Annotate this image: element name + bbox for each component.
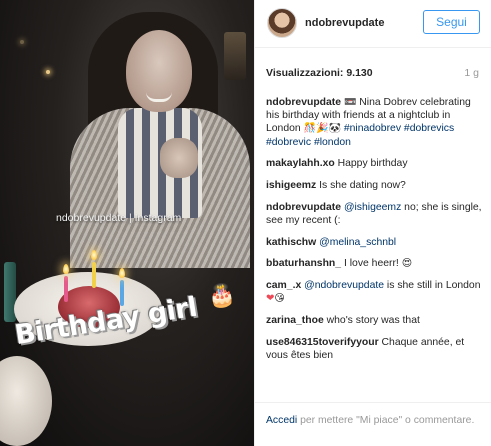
comment-item: ishigeemz Is she dating now?	[266, 179, 482, 192]
candle-flame	[91, 250, 97, 260]
post-footer: Accedi per mettere "Mi piace" o commenta…	[255, 402, 491, 446]
heart-eyes-icon: 😍	[401, 258, 413, 270]
login-prompt: Accedi per mettere "Mi piace" o commenta…	[266, 414, 476, 428]
avatar[interactable]	[267, 8, 297, 38]
comment-username[interactable]: ishigeemz	[266, 180, 316, 191]
comment-username[interactable]: kathischw	[266, 237, 316, 248]
candle-flame	[119, 268, 125, 278]
login-prompt-text: per mettere "Mi piace" o commentare.	[300, 415, 475, 426]
comment-item: zarina_thoe who's story was that	[266, 314, 482, 327]
comment-username[interactable]: use846315toverifyyour	[266, 337, 379, 348]
caption: ndobrevupdate 📼 Nina Dobrev celebrating …	[266, 96, 482, 149]
cake-emoji-icon: 🎂	[206, 281, 237, 310]
login-link[interactable]: Accedi	[266, 415, 297, 426]
comment-text: is she still in London	[386, 280, 481, 292]
comment-item: ndobrevupdate @ishigeemz no; she is sing…	[266, 201, 482, 227]
comment-username[interactable]: bbaturhanshn_	[266, 258, 341, 269]
post-header: ndobrevupdate Segui	[255, 0, 491, 48]
comment-mention[interactable]: @ndobrevupdate	[304, 280, 384, 291]
comment-mention[interactable]: @melina_schnbl	[319, 237, 396, 248]
comment-text: Happy birthday	[337, 158, 408, 170]
candle	[92, 262, 96, 288]
post-media[interactable]: ndobrevupdate | Instagram Birthday girl …	[0, 0, 254, 446]
background-lamp	[224, 32, 246, 80]
camera-icon: 📼	[343, 97, 357, 108]
comment-item: kathischw @melina_schnbl	[266, 236, 482, 249]
comment-username[interactable]: cam_.x	[266, 280, 301, 291]
smile-icon: 😘	[274, 293, 285, 305]
person-hands	[160, 138, 198, 178]
candle-flame	[63, 264, 69, 274]
candle	[64, 276, 68, 302]
comment-item: bbaturhanshn_ I love heerr! 😍	[266, 257, 482, 270]
background-light	[46, 70, 50, 74]
comment-username[interactable]: zarina_thoe	[266, 315, 324, 326]
post-sidebar: ndobrevupdate Segui Visualizzazioni: 9.1…	[254, 0, 491, 446]
celebration-icons: 🎊🎉🐼	[303, 123, 341, 135]
background-light	[20, 40, 24, 44]
comment-text: I love heerr!	[343, 258, 399, 270]
comment-list: ndobrevupdate 📼 Nina Dobrev celebrating …	[266, 96, 482, 371]
comment-item: cam_.x @ndobrevupdate is she still in Lo…	[266, 279, 482, 305]
comment-item: use846315toverifyyour Chaque année, et v…	[266, 336, 482, 362]
comment-text: Is she dating now?	[319, 180, 406, 192]
view-count[interactable]: Visualizzazioni: 9.130	[266, 67, 373, 79]
comment-item: makaylahh.xo Happy birthday	[266, 157, 482, 170]
comment-text: who's story was that	[326, 314, 420, 326]
side-plate	[0, 356, 52, 446]
comment-mention[interactable]: @ishigeemz	[344, 202, 401, 213]
comment-username[interactable]: ndobrevupdate	[266, 97, 341, 108]
comment-username[interactable]: makaylahh.xo	[266, 158, 335, 169]
header-username[interactable]: ndobrevupdate	[305, 17, 384, 29]
comment-username[interactable]: ndobrevupdate	[266, 202, 341, 213]
media-watermark: ndobrevupdate | Instagram	[56, 212, 182, 224]
follow-button[interactable]: Segui	[423, 10, 480, 34]
post-timestamp[interactable]: 1 g	[464, 67, 479, 79]
